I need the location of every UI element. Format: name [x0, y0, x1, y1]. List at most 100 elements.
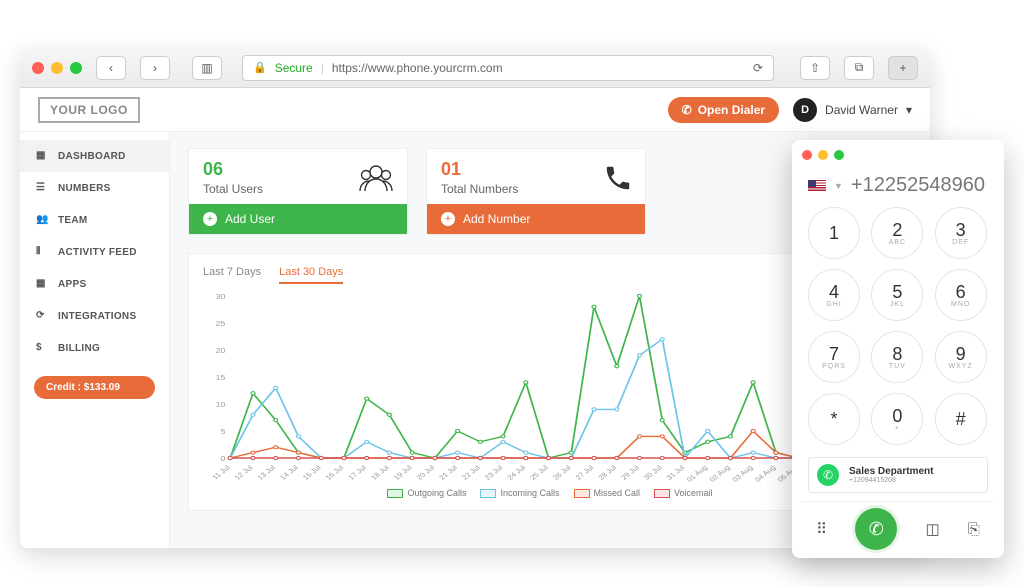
legend-voicemail: Voicemail [654, 488, 713, 498]
svg-text:13 Jul: 13 Jul [255, 463, 277, 481]
dialer-traffic-lights [802, 150, 994, 160]
sidebar-item-integrations[interactable]: ⟳INTEGRATIONS [20, 300, 169, 332]
logout-icon[interactable]: ⎘ [968, 521, 980, 538]
svg-text:29 Jul: 29 Jul [619, 463, 641, 481]
open-dialer-button[interactable]: ✆ Open Dialer [668, 97, 779, 123]
svg-text:16 Jul: 16 Jul [323, 463, 345, 481]
key-9[interactable]: 9WXYZ [935, 331, 987, 383]
key-8[interactable]: 8TUV [871, 331, 923, 383]
flag-us-icon [808, 180, 826, 192]
user-menu[interactable]: D David Warner ▾ [793, 98, 912, 122]
numbers-icon: ☰ [36, 182, 48, 194]
sidebar-item-apps[interactable]: ▦ APPS [20, 268, 169, 300]
svg-text:10: 10 [216, 401, 226, 409]
svg-text:0: 0 [220, 455, 226, 463]
tabs-button[interactable]: ⧉ [844, 56, 874, 80]
svg-text:21 Jul: 21 Jul [437, 463, 459, 481]
lock-icon: 🔒 [253, 61, 267, 74]
sidebar-item-label: DASHBOARD [58, 151, 126, 162]
key-1[interactable]: 1 [808, 207, 860, 259]
key-#[interactable]: # [935, 393, 987, 445]
svg-text:30 Jul: 30 Jul [642, 463, 664, 481]
svg-text:26 Jul: 26 Jul [551, 463, 573, 481]
phone-icon: ✆ [682, 103, 692, 117]
sidebar-item-label: TEAM [58, 215, 88, 226]
add-number-button[interactable]: + Add Number [427, 204, 645, 234]
svg-text:27 Jul: 27 Jul [573, 463, 595, 481]
key-4[interactable]: 4GHI [808, 269, 860, 321]
tab-last-7-days[interactable]: Last 7 Days [203, 266, 261, 284]
key-0[interactable]: 0+ [871, 393, 923, 445]
maximize-dialer-icon[interactable] [834, 150, 844, 160]
key-6[interactable]: 6MNO [935, 269, 987, 321]
contacts-icon[interactable]: ◫ [925, 520, 939, 538]
legend-incoming: Incoming Calls [480, 488, 559, 498]
dialer-footer: ⠿ ✆ ◫ ⎘ [802, 501, 994, 552]
svg-text:28 Jul: 28 Jul [596, 463, 618, 481]
svg-text:5: 5 [220, 428, 226, 436]
phone-number-text: +12252548960 [851, 174, 985, 197]
sidebar-item-activity[interactable]: ⦀ ACTIVITY FEED [20, 236, 169, 268]
back-button[interactable]: ‹ [96, 56, 126, 80]
sidebar-item-numbers[interactable]: ☰ NUMBERS [20, 172, 169, 204]
legend-missed: Missed Call [574, 488, 641, 498]
billing-icon: $ [36, 342, 48, 354]
contact-number: +12094415208 [849, 477, 933, 484]
chevron-down-icon[interactable]: ▼ [834, 181, 843, 191]
svg-text:20 Jul: 20 Jul [414, 463, 436, 481]
close-dialer-icon[interactable] [802, 150, 812, 160]
svg-text:11 Jul: 11 Jul [210, 463, 232, 481]
app-header: YOUR LOGO ✆ Open Dialer D David Warner ▾ [20, 88, 930, 132]
phone-number-display[interactable]: ▼ +12252548960 [802, 170, 994, 207]
new-tab-button[interactable]: + [888, 56, 918, 80]
total-numbers-card: 01 Total Numbers + Add Number [426, 148, 646, 235]
minimize-dialer-icon[interactable] [818, 150, 828, 160]
credit-badge[interactable]: Credit : $133.09 [34, 376, 155, 399]
apps-icon: ▦ [36, 278, 48, 290]
add-number-label: Add Number [463, 212, 530, 226]
key-7[interactable]: 7PQRS [808, 331, 860, 383]
sidebar-item-label: ACTIVITY FEED [58, 247, 137, 258]
sidebar-item-label: NUMBERS [58, 183, 111, 194]
call-button[interactable]: ✆ [855, 508, 897, 550]
users-icon [357, 163, 395, 200]
maximize-window-icon[interactable] [70, 62, 82, 74]
svg-text:25: 25 [216, 320, 226, 328]
plus-icon: + [203, 212, 217, 226]
open-dialer-label: Open Dialer [698, 103, 765, 117]
url-bar[interactable]: 🔒 Secure | https://www.phone.yourcrm.com… [242, 55, 774, 81]
logo: YOUR LOGO [38, 97, 140, 123]
key-2[interactable]: 2ABC [871, 207, 923, 259]
sidebar-item-billing[interactable]: $BILLING [20, 332, 169, 364]
sidebar-item-team[interactable]: 👥 TEAM [20, 204, 169, 236]
contact-name: Sales Department [849, 466, 933, 477]
team-icon: 👥 [36, 214, 48, 226]
contact-suggestion[interactable]: ✆ Sales Department +12094415208 [808, 457, 988, 493]
avatar: D [793, 98, 817, 122]
close-window-icon[interactable] [32, 62, 44, 74]
svg-text:04 Aug: 04 Aug [753, 464, 778, 484]
integrations-icon: ⟳ [36, 310, 48, 322]
key-5[interactable]: 5JKL [871, 269, 923, 321]
phone-icon [603, 163, 633, 200]
sidebar-item-dashboard[interactable]: ▦ DASHBOARD [20, 140, 169, 172]
sidebar: ▦ DASHBOARD ☰ NUMBERS 👥 TEAM ⦀ ACTIVITY FEED… [20, 132, 170, 548]
dialpad-icon[interactable]: ⠿ [816, 520, 827, 538]
svg-text:01 Aug: 01 Aug [685, 464, 710, 484]
key-*[interactable]: * [808, 393, 860, 445]
svg-text:12 Jul: 12 Jul [232, 463, 254, 481]
reload-icon[interactable]: ⟳ [753, 61, 763, 75]
sidebar-toggle-button[interactable]: ▥ [192, 56, 222, 80]
minimize-window-icon[interactable] [51, 62, 63, 74]
tab-last-30-days[interactable]: Last 30 Days [279, 266, 343, 284]
dashboard-icon: ▦ [36, 150, 48, 162]
forward-button[interactable]: › [140, 56, 170, 80]
share-button[interactable]: ⇧ [800, 56, 830, 80]
dial-pad: 12ABC3DEF 4GHI5JKL6MNO 7PQRS8TUV9WXYZ *0+# [802, 207, 994, 445]
activity-icon: ⦀ [36, 246, 48, 258]
sidebar-item-label: APPS [58, 279, 86, 290]
svg-text:15: 15 [216, 374, 226, 382]
add-user-button[interactable]: + Add User [189, 204, 407, 234]
svg-text:17 Jul: 17 Jul [346, 463, 368, 481]
key-3[interactable]: 3DEF [935, 207, 987, 259]
